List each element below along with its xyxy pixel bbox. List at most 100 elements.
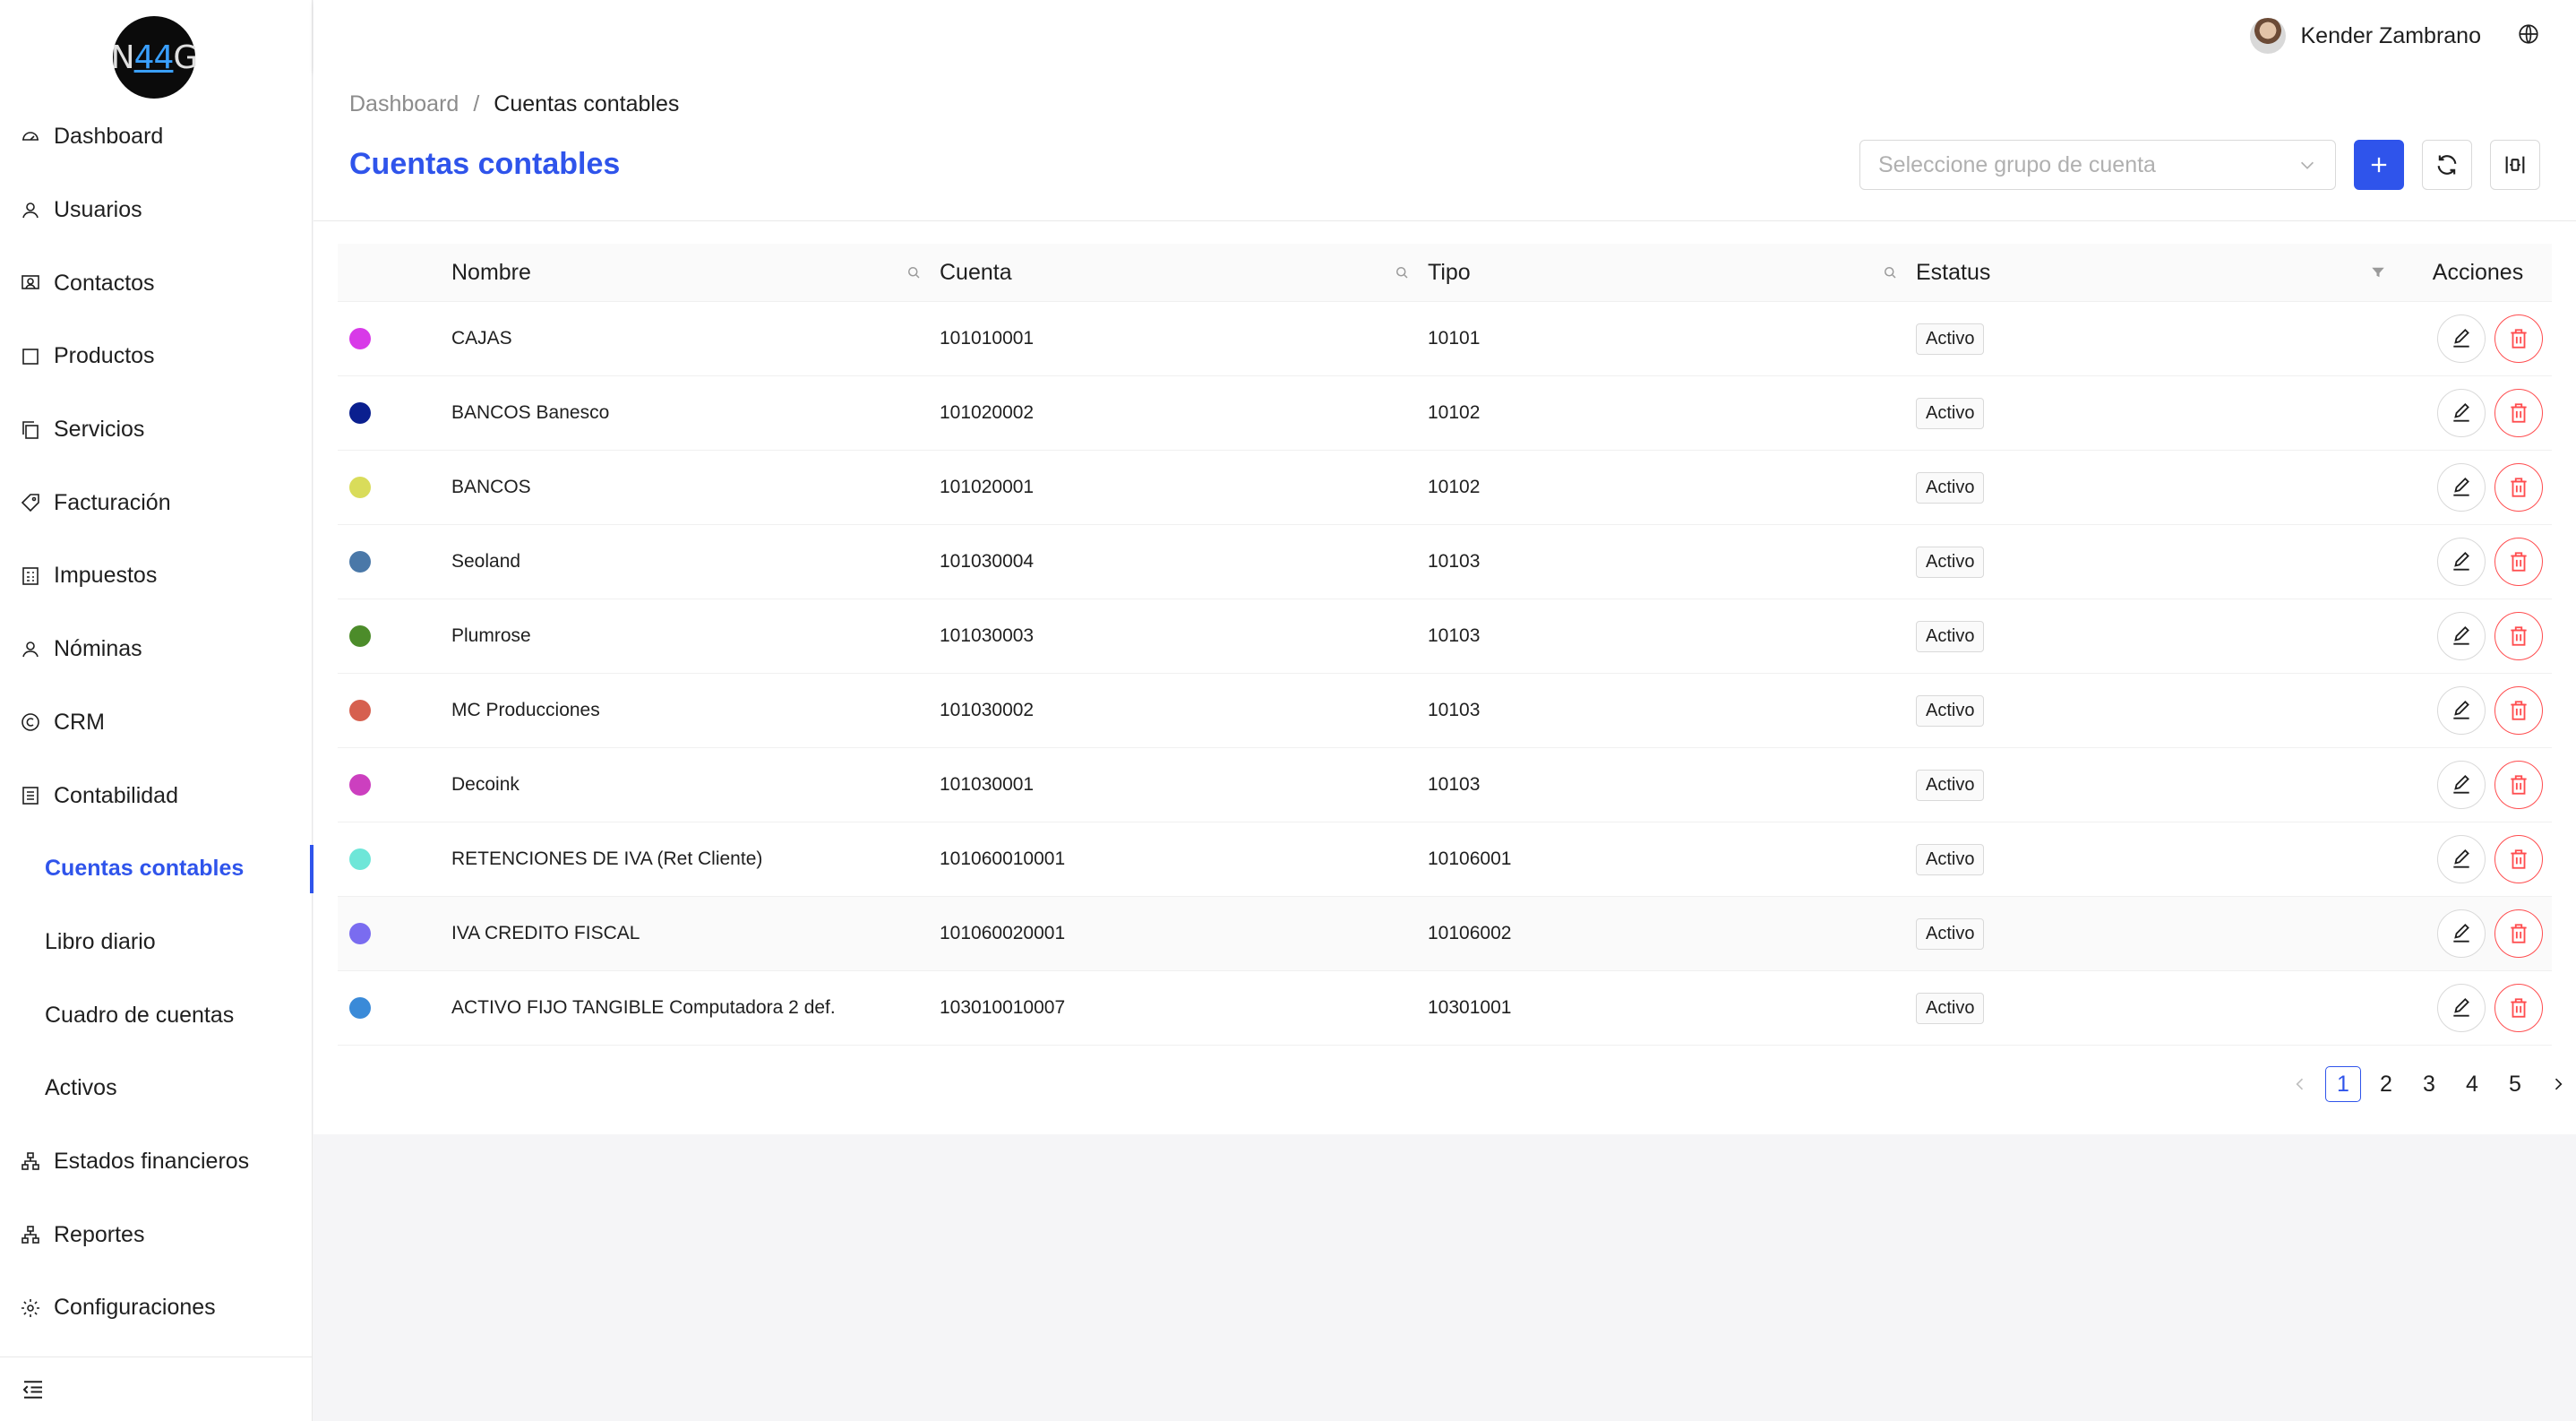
cell-account: 101030001 bbox=[940, 774, 1035, 795]
pagination-prev-button[interactable] bbox=[2282, 1066, 2318, 1102]
sidebar-collapse-button[interactable] bbox=[0, 1356, 313, 1421]
breadcrumb-current: Cuentas contables bbox=[494, 91, 680, 116]
sidebar-item-label: Productos bbox=[54, 343, 155, 369]
pagination-page-2[interactable]: 2 bbox=[2368, 1066, 2404, 1102]
delete-icon bbox=[2511, 998, 2527, 1018]
sidebar-item-dashboard[interactable]: Dashboard bbox=[0, 100, 313, 174]
edit-button[interactable] bbox=[2437, 761, 2486, 809]
delete-button[interactable] bbox=[2494, 909, 2543, 958]
sidebar-item-label: Contactos bbox=[54, 270, 155, 296]
table-row[interactable]: IVA CREDITO FISCAL 101060020001 10106002 Ac… bbox=[338, 897, 2552, 971]
sidebar-item-productos[interactable]: Productos bbox=[0, 320, 313, 393]
sidebar-item-contactos[interactable]: Contactos bbox=[0, 246, 313, 320]
sidebar-item-facturación[interactable]: Facturación bbox=[0, 466, 313, 539]
edit-button[interactable] bbox=[2437, 612, 2486, 660]
delete-icon bbox=[2511, 478, 2527, 497]
search-icon[interactable] bbox=[1882, 264, 1898, 280]
add-button[interactable] bbox=[2354, 140, 2404, 190]
toolbar: Seleccione grupo de cuenta bbox=[1859, 140, 2540, 190]
table-row[interactable]: MC Producciones 101030002 10103 Activo bbox=[338, 674, 2552, 748]
cell-type: 10106001 bbox=[1428, 848, 1512, 869]
table-row[interactable]: BANCOS 101020001 10102 Activo bbox=[338, 451, 2552, 525]
table-row[interactable]: CAJAS 101010001 10101 Activo bbox=[338, 302, 2552, 376]
sidebar-item-servicios[interactable]: Servicios bbox=[0, 393, 313, 467]
sidebar-item-cuentas-contables[interactable]: Cuentas contables bbox=[0, 832, 313, 906]
search-icon[interactable] bbox=[1394, 264, 1410, 280]
column-header-status: Estatus bbox=[1916, 260, 2404, 286]
account-group-select[interactable]: Seleccione grupo de cuenta bbox=[1859, 140, 2336, 190]
table-row[interactable]: Seoland 101030004 10103 Activo bbox=[338, 525, 2552, 599]
table-row[interactable]: BANCOS Banesco 101020002 10102 Activo bbox=[338, 376, 2552, 451]
cell-account: 101060010001 bbox=[940, 848, 1066, 869]
edit-button[interactable] bbox=[2437, 314, 2486, 363]
edit-button[interactable] bbox=[2437, 389, 2486, 437]
user-menu[interactable]: Kender Zambrano bbox=[2250, 18, 2481, 54]
delete-button[interactable] bbox=[2494, 835, 2543, 883]
delete-button[interactable] bbox=[2494, 538, 2543, 586]
delete-button[interactable] bbox=[2494, 389, 2543, 437]
refresh-icon bbox=[2437, 155, 2457, 175]
account-color-dot bbox=[349, 328, 371, 349]
pagination-page-5[interactable]: 5 bbox=[2497, 1066, 2533, 1102]
delete-button[interactable] bbox=[2494, 761, 2543, 809]
delete-button[interactable] bbox=[2494, 314, 2543, 363]
table-row[interactable]: Plumrose 101030003 10103 Activo bbox=[338, 599, 2552, 674]
cluster-icon bbox=[21, 1152, 39, 1171]
delete-button[interactable] bbox=[2494, 463, 2543, 512]
sidebar-item-cuadro-de-cuentas[interactable]: Cuadro de cuentas bbox=[0, 978, 313, 1052]
pagination-page-3[interactable]: 3 bbox=[2411, 1066, 2447, 1102]
pagination-page-4[interactable]: 4 bbox=[2454, 1066, 2490, 1102]
sidebar-item-crm[interactable]: CRM bbox=[0, 686, 313, 760]
sidebar-item-configuraciones[interactable]: Configuraciones bbox=[0, 1271, 313, 1345]
logo-text-left: N bbox=[110, 39, 135, 76]
tag-icon bbox=[21, 494, 39, 512]
cell-name: Seoland bbox=[451, 551, 521, 572]
sidebar-item-estados-financieros[interactable]: Estados financieros bbox=[0, 1125, 313, 1199]
delete-icon bbox=[2511, 329, 2527, 349]
table-row[interactable]: Decoink 101030001 10103 Activo bbox=[338, 748, 2552, 822]
edit-button[interactable] bbox=[2437, 463, 2486, 512]
pagination-page-1[interactable]: 1 bbox=[2325, 1066, 2361, 1102]
table-row[interactable]: ACTIVO FIJO TANGIBLE Computadora 2 def. 1… bbox=[338, 971, 2552, 1046]
table-row[interactable]: RETENCIONES DE IVA (Ret Cliente) 10106001… bbox=[338, 822, 2552, 897]
cell-account: 101030003 bbox=[940, 625, 1035, 646]
edit-button[interactable] bbox=[2437, 538, 2486, 586]
page-title: Cuentas contables bbox=[349, 147, 621, 181]
breadcrumb-root[interactable]: Dashboard bbox=[349, 91, 459, 117]
cell-name: CAJAS bbox=[451, 328, 512, 349]
sidebar-item-libro-diario[interactable]: Libro diario bbox=[0, 906, 313, 979]
breadcrumb-separator: / bbox=[473, 91, 480, 116]
status-badge: Activo bbox=[1916, 992, 1985, 1024]
edit-button[interactable] bbox=[2437, 909, 2486, 958]
dashboard-icon bbox=[22, 132, 39, 141]
cell-account: 103010010007 bbox=[940, 997, 1066, 1018]
column-settings-button[interactable] bbox=[2490, 140, 2540, 190]
cell-type: 10102 bbox=[1428, 402, 1481, 423]
account-color-dot bbox=[349, 923, 371, 944]
brand-logo[interactable]: N 44 G bbox=[110, 16, 198, 99]
cell-type: 10103 bbox=[1428, 625, 1481, 646]
delete-button[interactable] bbox=[2494, 612, 2543, 660]
sidebar-item-reportes[interactable]: Reportes bbox=[0, 1198, 313, 1271]
sidebar-item-usuarios[interactable]: Usuarios bbox=[0, 174, 313, 247]
sidebar-item-contabilidad[interactable]: Contabilidad bbox=[0, 759, 313, 832]
filter-icon[interactable] bbox=[2370, 264, 2386, 280]
edit-icon bbox=[2453, 848, 2469, 868]
language-button[interactable] bbox=[2517, 22, 2540, 50]
sidebar-item-label: Facturación bbox=[54, 489, 171, 515]
sidebar-item-nóminas[interactable]: Nóminas bbox=[0, 613, 313, 686]
delete-icon bbox=[2511, 552, 2527, 572]
search-icon[interactable] bbox=[906, 264, 922, 280]
delete-button[interactable] bbox=[2494, 984, 2543, 1032]
sidebar-item-label: Cuadro de cuentas bbox=[45, 1002, 235, 1028]
user-icon bbox=[22, 202, 39, 218]
sidebar-item-activos[interactable]: Activos bbox=[0, 1052, 313, 1125]
cell-type: 10106002 bbox=[1428, 923, 1512, 943]
pagination-next-button[interactable] bbox=[2540, 1066, 2576, 1102]
edit-button[interactable] bbox=[2437, 835, 2486, 883]
delete-button[interactable] bbox=[2494, 686, 2543, 735]
edit-button[interactable] bbox=[2437, 686, 2486, 735]
edit-button[interactable] bbox=[2437, 984, 2486, 1032]
refresh-button[interactable] bbox=[2422, 140, 2472, 190]
sidebar-item-impuestos[interactable]: Impuestos bbox=[0, 539, 313, 613]
